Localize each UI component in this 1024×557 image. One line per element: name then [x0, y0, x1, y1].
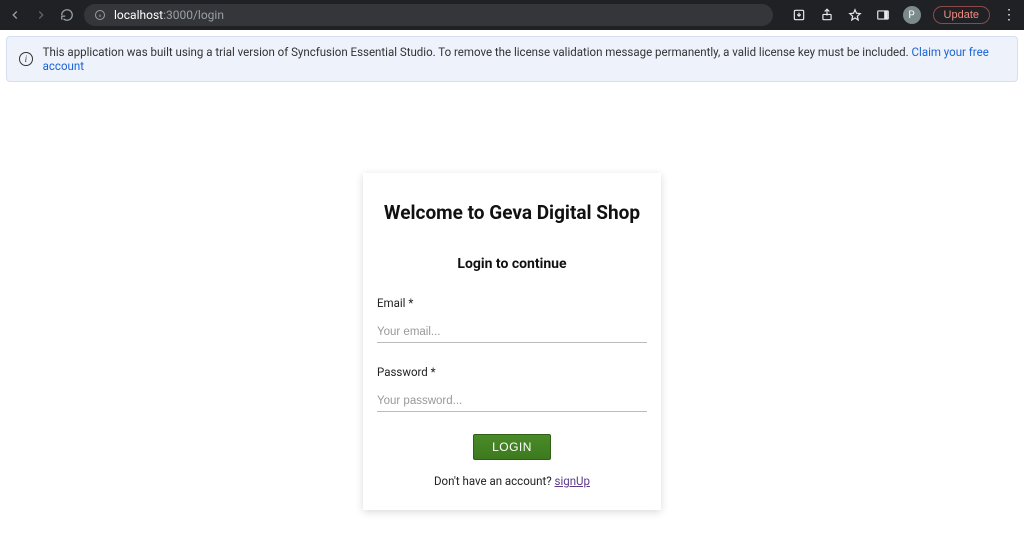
login-button[interactable]: LOGIN: [473, 434, 551, 460]
share-icon[interactable]: [819, 7, 835, 23]
signup-row: Don't have an account? signUp: [377, 474, 647, 488]
email-field[interactable]: [377, 322, 647, 343]
password-group: Password *: [377, 365, 647, 412]
bookmark-star-icon[interactable]: [847, 7, 863, 23]
forward-icon[interactable]: [34, 8, 48, 22]
login-card: Welcome to Geva Digital Shop Login to co…: [363, 173, 661, 510]
browser-toolbar: localhost:3000/login P Update ⋮: [0, 0, 1024, 30]
update-button[interactable]: Update: [933, 6, 990, 24]
page-title: Welcome to Geva Digital Shop: [377, 201, 647, 224]
panel-icon[interactable]: [875, 7, 891, 23]
license-banner: i This application was built using a tri…: [6, 36, 1018, 82]
nav-controls: [8, 8, 74, 22]
profile-avatar[interactable]: P: [903, 6, 921, 24]
banner-message: This application was built using a trial…: [43, 45, 912, 59]
page-subtitle: Login to continue: [377, 256, 647, 272]
email-group: Email *: [377, 296, 647, 343]
no-account-text: Don't have an account?: [434, 474, 555, 488]
address-bar[interactable]: localhost:3000/login: [84, 4, 773, 26]
site-info-icon[interactable]: [94, 9, 106, 21]
password-field[interactable]: [377, 391, 647, 412]
info-icon: i: [19, 52, 33, 66]
url-path: :3000/login: [163, 8, 224, 22]
url-host: localhost: [114, 8, 163, 22]
kebab-menu-icon[interactable]: ⋮: [1002, 7, 1016, 23]
back-icon[interactable]: [8, 8, 22, 22]
email-label: Email *: [377, 296, 647, 310]
reload-icon[interactable]: [60, 8, 74, 22]
avatar-letter: P: [908, 10, 914, 21]
banner-text: This application was built using a trial…: [43, 45, 1005, 73]
install-icon[interactable]: [791, 7, 807, 23]
toolbar-right: P Update ⋮: [791, 6, 1016, 24]
page-content: Welcome to Geva Digital Shop Login to co…: [0, 88, 1024, 510]
password-label: Password *: [377, 365, 647, 379]
signup-link[interactable]: signUp: [555, 474, 590, 488]
url-text: localhost:3000/login: [114, 8, 224, 22]
